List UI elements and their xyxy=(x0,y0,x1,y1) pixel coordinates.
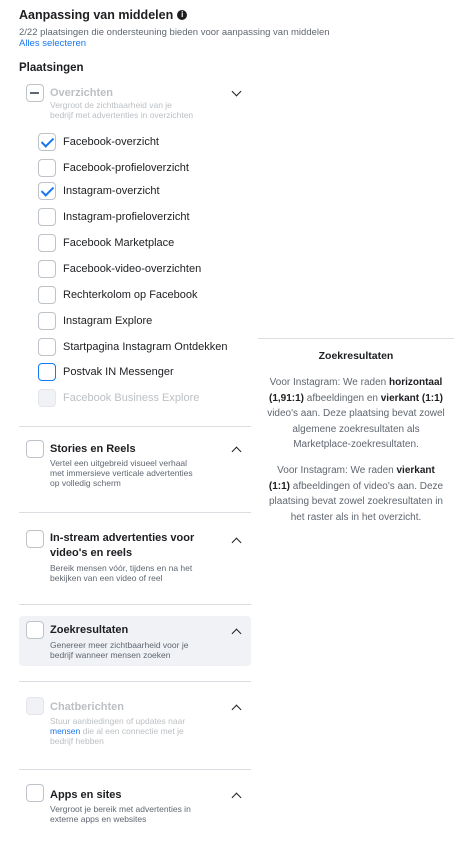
section-title: Aanpassing van middelen i xyxy=(19,8,188,22)
instream-group-desc-1: Bereik mensen vóór, tijdens en na het xyxy=(50,563,193,573)
panel-p2-text-c: afbeeldingen of video's aan. Deze xyxy=(289,480,444,492)
select-all-link[interactable]: Alles selecteren xyxy=(19,38,86,49)
apps-group-checkbox[interactable] xyxy=(26,784,44,802)
section-subtitle: 2/22 plaatsingen die ondersteuning biede… xyxy=(19,27,330,38)
messages-group-desc-3: bedrijf hebben xyxy=(50,736,104,746)
placement-label: Instagram Explore xyxy=(63,315,153,327)
placement-label: Facebook-overzicht xyxy=(63,136,159,148)
placement-label: Facebook Marketplace xyxy=(63,237,175,249)
feeds-group-title: Overzichten xyxy=(50,87,113,99)
messages-group-title: Chatberichten xyxy=(50,701,124,713)
placement-checkbox-facebook-feed[interactable] xyxy=(38,133,56,151)
section-title-text: Aanpassing van middelen xyxy=(19,8,174,22)
placement-label: Instagram-profieloverzicht xyxy=(63,211,190,223)
placement-label: Facebook Business Explore xyxy=(63,392,200,404)
apps-group-desc-1: Vergroot je bereik met advertenties in xyxy=(50,804,191,814)
placement-checkbox-facebook-right-column[interactable] xyxy=(38,286,56,304)
search-group-checkbox[interactable] xyxy=(26,621,44,639)
stories-group-checkbox[interactable] xyxy=(26,440,44,458)
messages-group-desc-2: mensen die al een connectie met je xyxy=(50,726,184,737)
feeds-group-desc-2: bedrijf met advertenties in overzichten xyxy=(50,110,194,120)
stories-group-desc-1: Vertel een uitgebreid visueel verhaal xyxy=(50,458,188,468)
placement-label: Startpagina Instagram Ontdekken xyxy=(63,341,228,353)
placement-checkbox-facebook-marketplace[interactable] xyxy=(38,234,56,252)
instream-group-desc-2: bekijken van een video of reel xyxy=(50,573,163,583)
stories-group-title: Stories en Reels xyxy=(50,443,136,455)
placement-checkbox-instagram-feed[interactable] xyxy=(38,182,56,200)
instream-group-title-1: In-stream advertenties voor xyxy=(50,532,195,544)
placement-checkbox-facebook-video-feeds[interactable] xyxy=(38,260,56,278)
placement-label: Instagram-overzicht xyxy=(63,185,160,197)
panel-p1-line-5: Marketplace-zoekresultaten. xyxy=(293,439,419,450)
divider xyxy=(19,681,251,682)
placement-checkbox-instagram-explore[interactable] xyxy=(38,312,56,330)
panel-p2-bold-1: vierkant xyxy=(396,465,435,476)
search-group-desc-1: Genereer meer zichtbaarheid voor je xyxy=(50,640,189,650)
search-group-desc-2: bedrijf wanneer mensen zoeken xyxy=(50,650,171,660)
stories-group-desc-3: op volledig scherm xyxy=(50,478,121,488)
placement-label: Facebook-profieloverzicht xyxy=(63,162,189,174)
search-group-title: Zoekresultaten xyxy=(50,624,129,636)
chevron-down-icon[interactable] xyxy=(231,86,242,97)
stories-group-desc-2: met immersieve verticale advertenties xyxy=(50,468,193,478)
divider xyxy=(19,769,251,770)
panel-p1-text-a: Voor Instagram: We raden xyxy=(269,377,389,388)
placement-checkbox-instagram-explore-home[interactable] xyxy=(38,338,56,356)
panel-p2-line-4: het raster als in het overzicht. xyxy=(290,511,422,523)
messages-group-desc-1: Stuur aanbiedingen of updates naar xyxy=(50,716,186,726)
chevron-up-icon[interactable] xyxy=(231,537,242,548)
feeds-group-checkbox[interactable] xyxy=(26,84,44,102)
panel-p2-line-3: plaatsing bevat zowel zoekresultaten in xyxy=(269,496,443,507)
messages-group-checkbox xyxy=(26,697,44,715)
placement-label: Facebook-video-overzichten xyxy=(63,263,202,275)
placement-checkbox-messenger-inbox[interactable] xyxy=(38,363,56,381)
panel-title: Zoekresultaten xyxy=(318,350,394,362)
feeds-group-desc-1: Vergroot de zichtbaarheid van je xyxy=(50,100,172,110)
placement-checkbox-instagram-profile-feed[interactable] xyxy=(38,208,56,226)
info-icon[interactable]: i xyxy=(177,10,188,20)
placement-label: Rechterkolom op Facebook xyxy=(63,289,198,301)
chevron-up-icon[interactable] xyxy=(231,704,242,715)
panel-paragraph-2: Voor Instagram: We raden vierkant (1:1) … xyxy=(258,463,454,525)
placement-checkbox-facebook-business-explore xyxy=(38,389,56,407)
chevron-up-icon[interactable] xyxy=(231,792,242,803)
chevron-up-icon[interactable] xyxy=(231,446,242,457)
divider xyxy=(19,604,251,605)
panel-paragraph-1: Voor Instagram: We raden horizontaal (1,… xyxy=(258,375,454,453)
apps-group-desc-2: externe apps en websites xyxy=(50,814,147,824)
placements-heading: Plaatsingen xyxy=(19,62,84,74)
apps-group-title: Apps en sites xyxy=(50,789,122,801)
panel-p2-bold-2: (1:1) xyxy=(268,480,290,492)
panel-p1-line-3: video's aan. Deze plaatsing bevat zowel xyxy=(267,408,445,419)
panel-p1-bold-1: horizontaal xyxy=(388,377,443,388)
panel-p2-text-a: Voor Instagram: We raden xyxy=(277,465,397,476)
messages-group-desc-2-rest: die al een connectie met je xyxy=(80,726,184,736)
instream-group-checkbox[interactable] xyxy=(26,530,44,548)
panel-p1-bold-2: (1,91:1) xyxy=(269,392,305,404)
panel-p1-line-4: algemene zoekresultaten als xyxy=(292,423,420,435)
people-link[interactable]: mensen xyxy=(50,726,80,736)
panel-p1-text-c: afbeeldingen en xyxy=(304,392,381,404)
placement-checkbox-facebook-profile-feed[interactable] xyxy=(38,159,56,177)
instream-group-title-2: video's en reels xyxy=(50,547,133,559)
placement-info-panel: Zoekresultaten Voor Instagram: We raden … xyxy=(258,338,454,523)
divider xyxy=(19,426,251,427)
panel-p1-bold-3: vierkant (1:1) xyxy=(380,392,443,404)
placement-label: Postvak IN Messenger xyxy=(63,366,174,378)
divider xyxy=(19,512,251,513)
